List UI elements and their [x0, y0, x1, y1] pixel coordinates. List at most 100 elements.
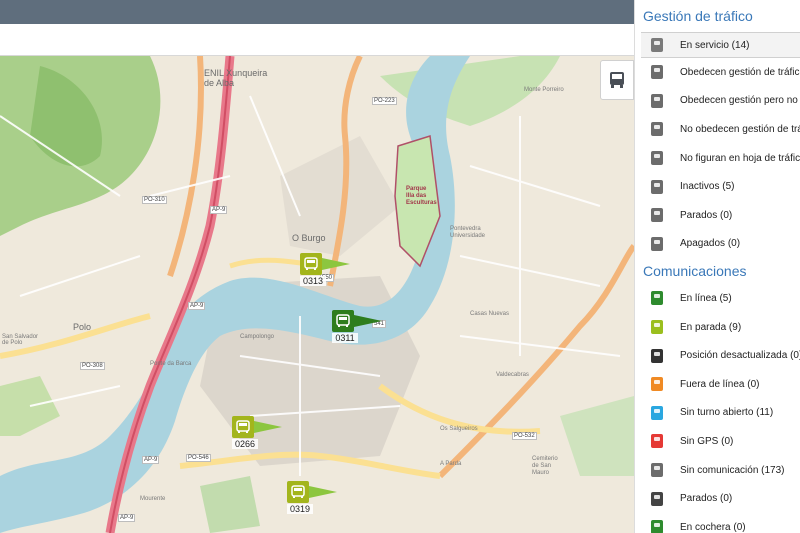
traffic-filter-label: En servicio (14): [680, 39, 750, 51]
map-label-parque: Parque Illa das Esculturas: [406, 186, 437, 206]
traffic-filter-label: Parados (0): [680, 209, 733, 221]
map-label-salgueiros: Os Salgueiros: [440, 426, 478, 432]
traffic-filter-label: No obedecen gestión de tráfico: [680, 123, 800, 135]
map-label-casas: Casas Nuevas: [470, 311, 510, 317]
direction-flag-icon: [309, 486, 337, 498]
comms-filter-item[interactable]: Sin comunicación (173): [635, 456, 800, 485]
road-label-ap9-a: AP-9: [210, 206, 228, 214]
map-label-monteporreiro: Monte Porreiro: [524, 87, 564, 93]
bus-id-label: 0266: [232, 439, 258, 449]
map-label-enil: ENIL Xunqueira de Alba: [204, 68, 268, 88]
direction-flag-icon: [354, 315, 382, 327]
bus-icon: [291, 485, 305, 498]
map-label-apiral: A Parda: [440, 461, 462, 467]
legend-panel: Gestión de tráfico En servicio (14) Obede…: [634, 0, 800, 533]
map-label-valdecabras: Valdecabras: [496, 372, 529, 378]
fleet-toggle-button[interactable]: [600, 60, 634, 100]
bus-status-icon: [651, 38, 663, 52]
bus-status-icon: [651, 65, 663, 80]
traffic-filter-item[interactable]: Obedecen gestión pero no tienen: [635, 87, 800, 116]
road-label-ap9-b: AP-9: [188, 302, 206, 310]
bus-status-icon: [651, 151, 663, 166]
comms-filter-label: Sin turno abierto (11): [680, 407, 774, 419]
road-label-po308: PO-308: [80, 362, 105, 370]
bus-status-icon: [651, 520, 663, 533]
road-label-ap9-c: AP-9: [142, 456, 160, 464]
bus-status-icon: [651, 377, 663, 392]
comms-filter-label: En parada (9): [680, 321, 742, 333]
bus-icon: [610, 72, 624, 88]
map-view[interactable]: ENIL Xunqueira de Alba PO-223 PO-310 AP-9…: [0, 56, 634, 533]
bus-marker-icon: [287, 481, 309, 503]
map-label-polo: Polo: [73, 322, 92, 332]
bus-id-label: 0313: [300, 276, 326, 286]
comms-filter-item[interactable]: Sin turno abierto (11): [635, 399, 800, 428]
map-label-cemiterio: Cemiterio de San Mauro: [532, 456, 558, 476]
bus-marker-icon: [300, 253, 322, 275]
bus-status-icon: [651, 208, 663, 223]
bus-status-icon: [651, 93, 663, 108]
bus-status-icon: [651, 348, 663, 363]
road-label-po310: PO-310: [142, 196, 167, 204]
traffic-filter-item[interactable]: Apagados (0): [635, 230, 800, 259]
comms-filter-item[interactable]: Fuera de línea (0): [635, 370, 800, 399]
traffic-filter-item[interactable]: Obedecen gestión de tráfico: [635, 58, 800, 87]
map-label-campolongo: Campolongo: [240, 334, 275, 340]
road-label-po546: PO-546: [186, 454, 211, 462]
bus-status-icon: [651, 434, 663, 449]
comms-filter-item[interactable]: En línea (5): [635, 284, 800, 313]
comms-section-title: Comunicaciones: [643, 263, 747, 280]
bus-status-icon: [651, 236, 663, 251]
comms-filter-label: En cochera (0): [680, 521, 746, 533]
comms-filter-label: Sin comunicación (173): [680, 464, 785, 476]
bus-status-icon: [651, 291, 663, 306]
comms-filter-item[interactable]: Sin GPS (0): [635, 427, 800, 456]
traffic-filter-label: Obedecen gestión pero no tienen: [680, 95, 800, 107]
comms-filter-label: Posición desactualizada (0): [680, 350, 800, 362]
traffic-filter-item[interactable]: No figuran en hoja de tráfico: [635, 144, 800, 173]
traffic-filter-item[interactable]: Parados (0): [635, 201, 800, 230]
direction-flag-icon: [322, 258, 350, 270]
traffic-filter-item[interactable]: Inactivos (5): [635, 172, 800, 201]
bus-status-icon: [651, 179, 663, 194]
traffic-filter-label: Apagados (0): [680, 238, 741, 250]
road-label-po223: PO-223: [372, 97, 397, 105]
comms-list: En línea (5) En parada (9) Posición desact…: [635, 284, 800, 533]
road-label-ap9-d: AP-9: [118, 514, 136, 522]
bus-icon: [236, 420, 250, 433]
map-label-san-salvador: San Salvador de Polo: [2, 334, 39, 346]
comms-filter-item[interactable]: Parados (0): [635, 484, 800, 513]
traffic-filter-label: No figuran en hoja de tráfico: [680, 152, 800, 164]
comms-filter-label: Sin GPS (0): [680, 435, 734, 447]
bus-status-icon: [651, 491, 663, 506]
traffic-filter-label: Inactivos (5): [680, 181, 735, 193]
bus-status-icon: [651, 320, 663, 335]
road-label-po532: PO-532: [512, 432, 537, 440]
traffic-filter-label: Obedecen gestión de tráfico: [680, 66, 800, 78]
direction-flag-icon: [254, 421, 282, 433]
comms-filter-label: Fuera de línea (0): [680, 378, 760, 390]
bus-status-icon: [651, 463, 663, 478]
map-label-oburgo: O Burgo: [292, 233, 326, 243]
traffic-section-title: Gestión de tráfico: [643, 8, 753, 24]
bus-status-icon: [651, 122, 663, 137]
bus-icon: [336, 314, 350, 327]
bus-marker-icon: [232, 416, 254, 438]
traffic-filter-item[interactable]: No obedecen gestión de tráfico: [635, 115, 800, 144]
map-label-mourente: Mourente: [140, 496, 166, 502]
comms-filter-item[interactable]: Posición desactualizada (0): [635, 341, 800, 370]
bus-status-icon: [651, 405, 663, 420]
comms-filter-item[interactable]: En parada (9): [635, 313, 800, 342]
map-label-ponte: Ponte da Barca: [150, 361, 192, 367]
bus-id-label: 0311: [332, 333, 358, 343]
traffic-filter-item[interactable]: En servicio (14): [641, 32, 800, 58]
bus-id-label: 0319: [287, 504, 313, 514]
bus-marker-icon: [332, 310, 354, 332]
bus-icon: [304, 257, 318, 270]
comms-filter-label: Parados (0): [680, 493, 733, 505]
comms-filter-label: En línea (5): [680, 292, 732, 304]
map-label-universidade: Pontevedra Universidade: [450, 226, 486, 239]
traffic-list: En servicio (14) Obedecen gestión de tráf…: [635, 32, 800, 258]
comms-filter-item[interactable]: En cochera (0): [635, 513, 800, 533]
map-toolbar: [0, 24, 640, 56]
